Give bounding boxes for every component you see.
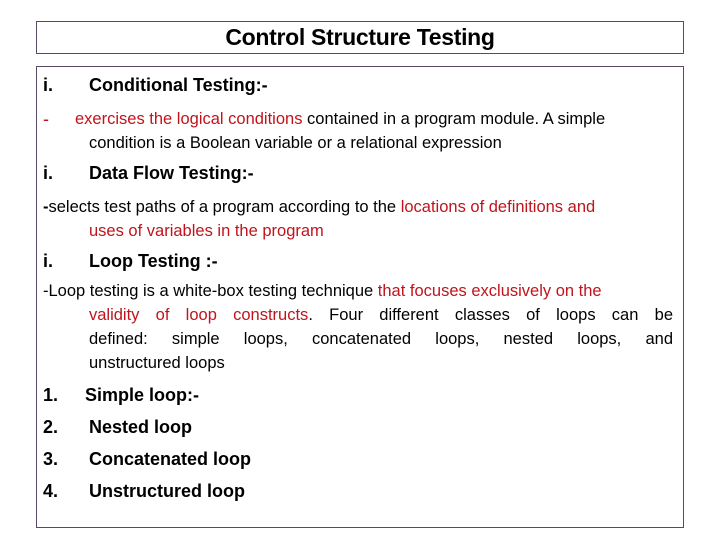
section-desc-loop-line3: defined: simple loops, concatenated loop…: [89, 330, 673, 348]
list-label: Simple loop:-: [85, 385, 199, 405]
highlight-text: that focuses exclusively on the: [377, 282, 602, 300]
section-marker: i.: [43, 163, 54, 183]
section-title: Conditional Testing:-: [89, 75, 268, 95]
list-number: 2.: [43, 417, 59, 437]
list-number: 4.: [43, 481, 59, 501]
dash-marker: -: [43, 109, 49, 129]
body-text: -Loop testing is a white-box testing tec…: [43, 282, 378, 300]
section-marker: i.: [43, 75, 54, 95]
section-marker: i.: [43, 251, 54, 271]
section-title: Data Flow Testing:-: [89, 163, 254, 183]
body-text: contained in a program module. A simple: [302, 110, 606, 128]
body-text: selects test paths of a program accordin…: [48, 198, 401, 216]
section-desc-dataflow-line1: -selects test paths of a program accordi…: [43, 197, 595, 217]
list-number: 1.: [43, 385, 59, 405]
body-text: . Four different classes of loops can be: [308, 306, 673, 324]
content-box: i. Conditional Testing:- - exercises the…: [36, 66, 684, 528]
section-desc-loop-line4: unstructured loops: [89, 354, 225, 372]
list-number: 3.: [43, 449, 59, 469]
list-label: Unstructured loop: [89, 481, 245, 501]
page-title: Control Structure Testing: [225, 24, 495, 50]
title-box: Control Structure Testing: [36, 21, 684, 54]
section-desc-loop-line2: validity of loop constructs. Four differ…: [89, 303, 673, 327]
highlight-text: validity of loop constructs: [89, 306, 309, 324]
section-desc-conditional-line2: condition is a Boolean variable or a rel…: [89, 134, 502, 152]
highlight-text: locations of definitions and: [400, 198, 596, 216]
list-label: Nested loop: [89, 417, 193, 437]
section-desc-dataflow-line2: uses of variables in the program: [89, 222, 324, 240]
section-title: Loop Testing :-: [89, 251, 218, 271]
list-label: Concatenated loop: [89, 449, 252, 469]
section-desc-loop-line1: -Loop testing is a white-box testing tec…: [43, 281, 602, 301]
highlight-text: exercises the logical conditions: [75, 110, 303, 128]
